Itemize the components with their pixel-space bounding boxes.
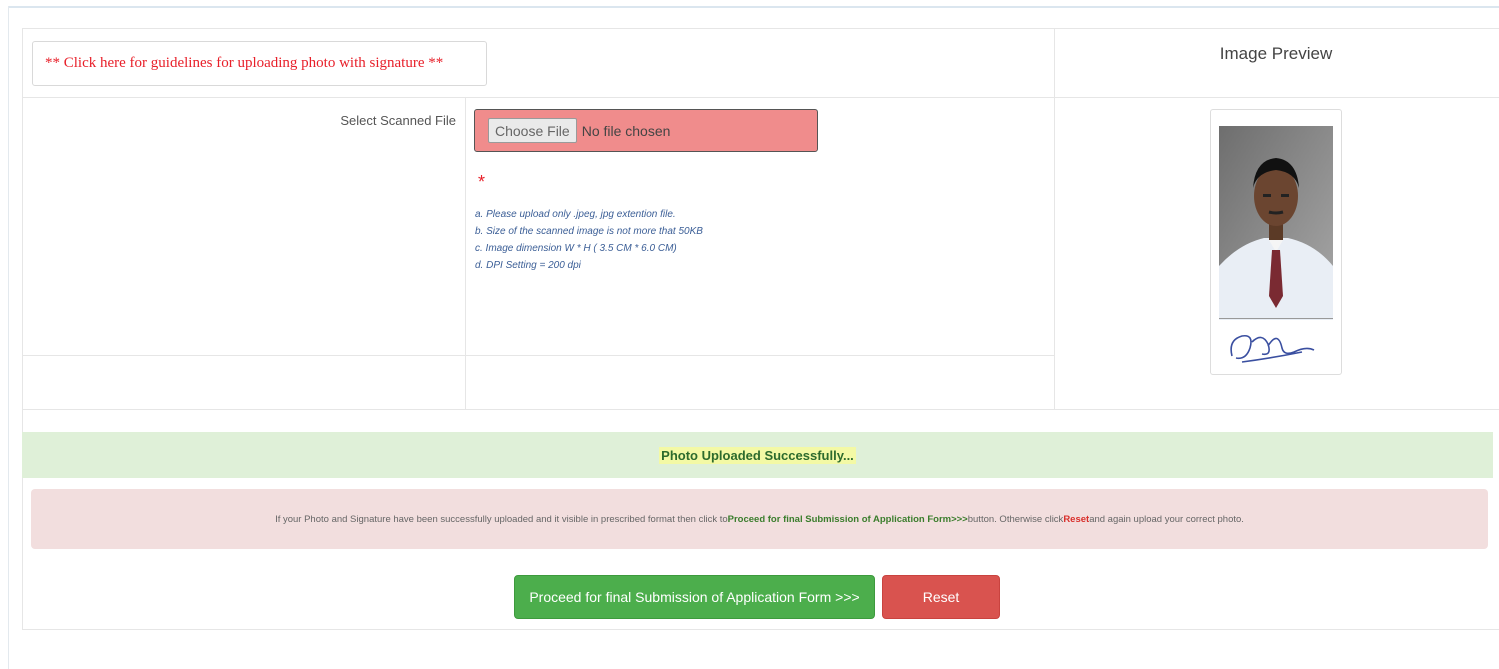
required-asterisk: * [478, 172, 486, 192]
notice-text: If your Photo and Signature have been su… [275, 513, 728, 525]
submission-notice: If your Photo and Signature have been su… [31, 489, 1488, 549]
row-divider [22, 97, 1499, 98]
guidelines-link[interactable]: ** Click here for guidelines for uploadi… [32, 41, 487, 86]
file-input[interactable]: Choose File No file chosen [474, 109, 818, 152]
upload-success-alert: Photo Uploaded Successfully... [22, 432, 1493, 478]
signature-divider [1219, 318, 1333, 319]
success-message: Photo Uploaded Successfully... [659, 446, 856, 464]
notice-text: and again upload your correct photo. [1089, 513, 1244, 525]
signature-icon [1230, 334, 1315, 363]
select-file-label: Select Scanned File [340, 113, 456, 128]
image-preview-title: Image Preview [1219, 44, 1333, 63]
choose-file-button[interactable]: Choose File [488, 118, 577, 143]
column-divider [465, 97, 466, 409]
hint-item: b. Size of the scanned image is not more… [475, 226, 703, 237]
notice-reset-ref: Reset [1063, 513, 1090, 525]
person-photo-icon [1219, 126, 1333, 320]
row-divider [22, 355, 1054, 356]
uploaded-photo [1219, 126, 1333, 320]
top-border [8, 6, 1499, 8]
notice-text: button. Otherwise click [967, 513, 1064, 525]
row-divider [22, 409, 1499, 410]
hint-item: c. Image dimension W * H ( 3.5 CM * 6.0 … [475, 243, 677, 254]
column-divider [1054, 28, 1055, 409]
hint-item: a. Please upload only .jpeg, jpg extenti… [475, 209, 676, 220]
reset-button[interactable]: Reset [882, 575, 1000, 619]
upload-hints: a. Please upload only .jpeg, jpg extenti… [475, 206, 703, 274]
file-status-text: No file chosen [581, 122, 671, 139]
notice-proceed-ref: Proceed for final Submission of Applicat… [727, 513, 968, 525]
left-border [8, 6, 9, 669]
guidelines-link-text: ** Click here for guidelines for uploadi… [45, 55, 444, 71]
proceed-submission-button[interactable]: Proceed for final Submission of Applicat… [514, 575, 875, 619]
hint-item: d. DPI Setting = 200 dpi [475, 260, 581, 271]
